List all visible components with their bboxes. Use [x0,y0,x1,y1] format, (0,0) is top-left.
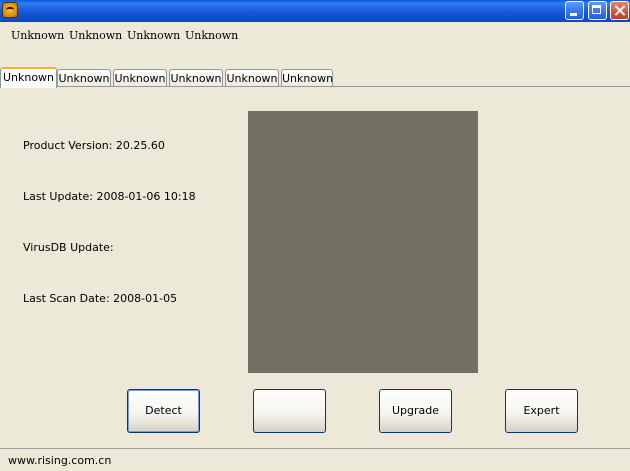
menu-item-2[interactable]: Unknown [69,29,122,42]
tiger-app-icon[interactable] [2,2,18,18]
tab-divider [0,86,630,87]
last-scan-date-label: Last Scan Date: 2008-01-05 [23,292,178,305]
menu-bar: Unknown Unknown Unknown Unknown [0,24,630,46]
tab-strip: Unknown Unknown Unknown Unknown Unknown … [0,67,630,88]
tab-6[interactable]: Unknown [281,69,333,87]
menu-item-4[interactable]: Unknown [185,29,238,42]
menu-item-3[interactable]: Unknown [127,29,180,42]
preview-panel [248,111,478,373]
detect-button[interactable]: Detect [127,389,200,433]
tab-2[interactable]: Unknown [57,69,111,87]
status-url[interactable]: www.rising.com.cn [8,454,111,467]
tab-3[interactable]: Unknown [113,69,167,87]
minimize-icon[interactable] [565,1,584,20]
upgrade-button[interactable]: Upgrade [379,389,452,433]
blank-button[interactable] [253,389,326,433]
tab-1[interactable]: Unknown [0,67,57,88]
status-bar: www.rising.com.cn [0,448,630,471]
maximize-icon[interactable] [588,1,607,20]
last-update-label: Last Update: 2008-01-06 10:18 [23,190,196,203]
product-version-label: Product Version: 20.25.60 [23,139,165,152]
tab-4[interactable]: Unknown [169,69,223,87]
menu-item-1[interactable]: Unknown [11,29,64,42]
close-icon[interactable] [610,1,629,20]
expert-button[interactable]: Expert [505,389,578,433]
title-bar [0,0,630,22]
tab-5[interactable]: Unknown [225,69,279,87]
virusdb-update-label: VirusDB Update: [23,241,114,254]
